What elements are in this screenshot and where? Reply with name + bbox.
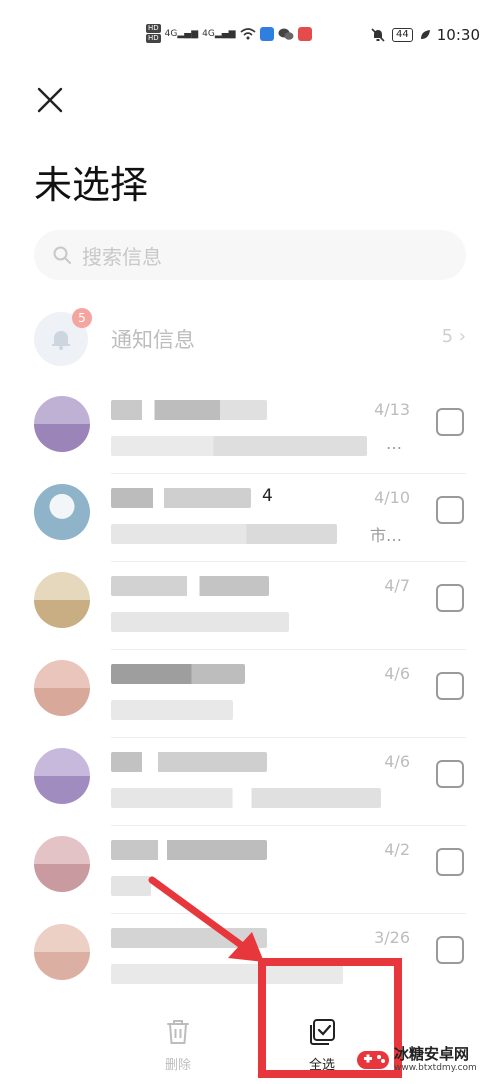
trash-icon [167,1020,189,1044]
notification-messages-row[interactable]: 5 通知信息 5 › [34,308,466,368]
preview-blurred [111,788,381,808]
network-label-1: 4G [164,28,178,39]
sender-name-blurred [111,840,267,860]
avatar [34,660,90,716]
preview-blurred [111,436,367,456]
battery-icon: 44 [392,28,413,42]
hd-label-2: HD [146,34,161,43]
hd-label-1: HD [146,24,161,33]
close-icon [37,87,63,113]
select-checkbox[interactable] [436,408,464,436]
sender-name-blurred [111,488,251,508]
select-checkbox[interactable] [436,584,464,612]
sender-name-fragment: 4 [262,486,273,506]
avatar [34,396,90,452]
notification-count-value: 5 [441,326,454,347]
sender-name-blurred [111,664,245,684]
message-date: 4/6 [384,664,410,683]
signal-icon-2: 4G▂▄▆ [202,28,236,39]
avatar [34,924,90,980]
select-checkbox[interactable] [436,760,464,788]
delete-button[interactable]: 删除 [138,1018,218,1073]
preview-blurred [111,612,289,632]
notification-label: 通知信息 [111,328,195,352]
bell-icon [52,331,70,350]
notification-badge: 5 [72,308,92,328]
annotation-arrow [148,876,264,962]
watermark-name: 冰糖安卓网 [394,1045,470,1063]
message-row-1[interactable]: 4/13 … [34,386,466,474]
clock: 10:30 [436,26,480,44]
message-row-3[interactable]: 4/7 [34,562,466,650]
signal-icon-1: 4G▂▄▆ [164,28,199,39]
select-checkbox[interactable] [436,672,464,700]
mute-bell-icon [371,28,385,42]
preview-blurred [111,700,233,720]
close-button[interactable] [34,84,66,116]
message-date: 4/2 [384,840,410,859]
wechat-icon [278,28,294,40]
message-date: 4/13 [374,400,410,419]
wifi-icon [240,27,256,39]
search-placeholder: 搜索信息 [82,244,162,269]
message-date: 4/6 [384,752,410,771]
message-row-4[interactable]: 4/6 [34,650,466,738]
status-right: 44 10:30 [370,26,480,44]
sender-name-blurred [111,400,267,420]
select-checkbox[interactable] [436,496,464,524]
message-row-5[interactable]: 4/6 [34,738,466,826]
shield-app-icon [259,26,274,41]
site-watermark: 冰糖安卓网 www.btxtdmy.com [356,1046,477,1074]
status-bar: HD HD 4G▂▄▆ 4G▂▄▆ 44 10:30 [0,0,500,70]
avatar [34,748,90,804]
search-icon [53,246,71,264]
delete-label: 删除 [164,1058,191,1073]
message-snippet: 市… [369,526,402,545]
sender-name-blurred [111,752,267,772]
select-checkbox[interactable] [436,848,464,876]
message-date: 4/7 [384,576,410,595]
network-label-2: 4G [202,28,215,39]
chevron-right-icon: › [458,326,466,347]
hd-indicator: HD HD [146,24,161,43]
leaf-icon [420,30,430,39]
message-row-2[interactable]: 4 4/10 市… [34,474,466,562]
status-left: HD HD 4G▂▄▆ 4G▂▄▆ [146,24,312,43]
gamepad-logo-icon [357,1051,389,1069]
page-title: 未选择 [34,163,149,207]
avatar [34,572,90,628]
search-input[interactable]: 搜索信息 [34,230,466,280]
message-date: 4/10 [374,488,410,507]
avatar [34,836,90,892]
message-date: 3/26 [374,928,410,947]
select-checkbox[interactable] [436,936,464,964]
avatar [34,484,90,540]
sender-name-blurred [111,576,269,596]
app-notification-icon [297,26,312,41]
message-snippet: … [386,434,402,453]
watermark-text: 冰糖安卓网 www.btxtdmy.com [394,1046,477,1074]
preview-blurred [111,524,337,544]
notification-count: 5 › [442,326,466,347]
watermark-url: www.btxtdmy.com [394,1063,477,1073]
